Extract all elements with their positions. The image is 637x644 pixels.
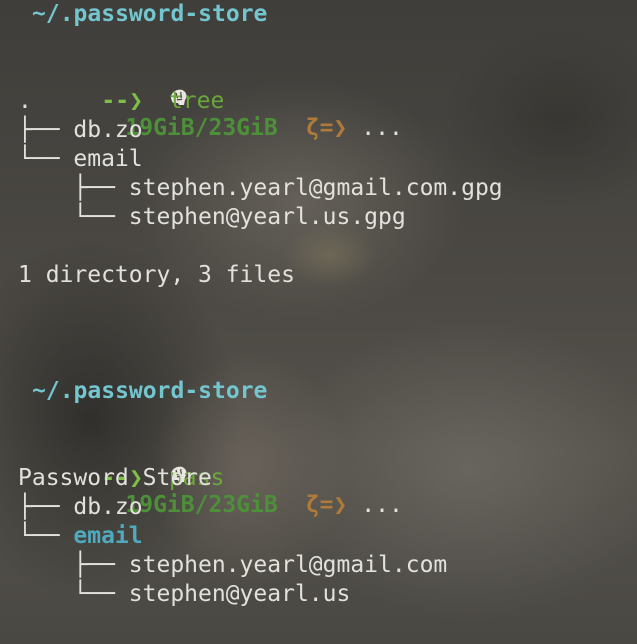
prompt-cwd: ~/.password-store [32,1,268,27]
tree-branch: ├── [18,552,129,578]
pass-store-title: Password Store [18,465,212,491]
prompt-command-line: --❯ tree [46,58,224,114]
tree-summary: 1 directory, 3 files [18,262,295,288]
tree-item: ├── db.zo [18,116,143,145]
directory-name: email [73,146,143,172]
entry-name: stephen.yearl@gmail.com [128,552,448,578]
tree-branch: └── [18,204,129,230]
tree-branch: └── [18,146,74,172]
prompt-command-line: --❯ pass [46,435,224,491]
file-name: db.zo [73,117,143,143]
tree-branch: ├── [18,117,74,143]
terminal-window[interactable]: ~/.password-store 19GiB/23GiB ζ=❯... --❯ t… [0,0,637,644]
directory-name: email [73,523,143,549]
memory-usage: 19GiB/23GiB [125,115,278,141]
git-status-symbol: ζ=❯ [305,115,348,141]
memory-usage: 19GiB/23GiB [125,492,278,518]
tree-item: └── email [18,522,143,551]
entry-name: stephen@yearl.us [128,581,351,607]
tree-item: └── stephen@yearl.us [18,580,350,609]
tree-branch: └── [18,581,129,607]
tree-item: └── stephen@yearl.us.gpg [18,203,406,232]
tree-item: ├── stephen.yearl@gmail.com [18,551,447,580]
tree-item: ├── db.zo [18,493,143,522]
prompt-arrow: --❯ [101,88,143,114]
prompt-status-line: 19GiB/23GiB ζ=❯... [30,29,403,141]
git-status-symbol: ζ=❯ [305,492,348,518]
tree-item: ├── stephen.yearl@gmail.com.gpg [18,174,503,203]
file-name: stephen.yearl@gmail.com.gpg [128,175,503,201]
tree-branch: ├── [18,175,129,201]
prompt-cwd: ~/.password-store [32,378,268,404]
tree-item: └── email [18,145,143,174]
prompt-ellipsis: ... [361,492,403,518]
entry-name: db.zo [73,494,143,520]
prompt-ellipsis: ... [361,115,403,141]
command-text: tree [168,88,225,114]
tree-branch: ├── [18,494,74,520]
tree-root: . [18,88,32,114]
file-name: stephen@yearl.us.gpg [128,204,406,230]
tree-branch: └── [18,523,74,549]
prompt-status-line: 19GiB/23GiB ζ=❯... [30,406,403,518]
